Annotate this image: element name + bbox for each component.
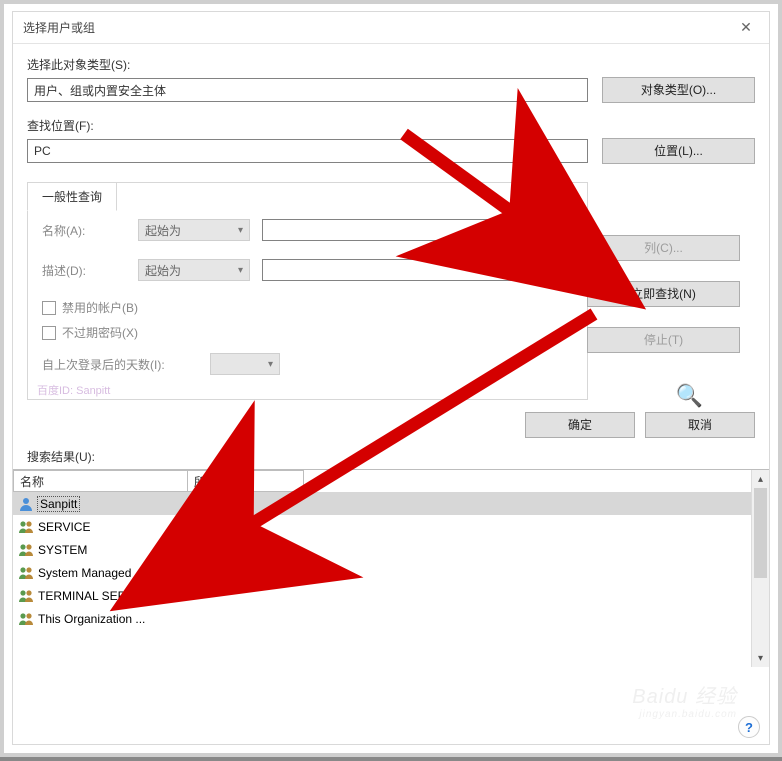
- group-icon: [18, 565, 34, 581]
- name-input[interactable]: [262, 219, 573, 241]
- result-row[interactable]: This Organization ...: [13, 607, 188, 630]
- titlebar: 选择用户或组 ✕: [13, 12, 769, 44]
- result-folder-cell[interactable]: PC: [188, 561, 751, 584]
- object-type-input[interactable]: [27, 78, 588, 102]
- scroll-thumb[interactable]: [754, 488, 767, 578]
- description-field-label: 描述(D):: [42, 262, 138, 279]
- chevron-down-icon: ▾: [238, 265, 243, 276]
- common-queries-group: 一般性查询 列(C)... 立即查找(N) 停止(T) 🔍 名称(A):: [27, 182, 588, 400]
- result-row[interactable]: SYSTEM: [13, 538, 188, 561]
- chevron-down-icon: ▾: [238, 225, 243, 236]
- columns-button[interactable]: 列(C)...: [587, 235, 740, 261]
- chevron-down-icon: ▾: [268, 359, 273, 370]
- days-since-login-label: 自上次登录后的天数(I):: [42, 356, 210, 373]
- result-folder-cell[interactable]: [188, 538, 751, 561]
- stop-button[interactable]: 停止(T): [587, 327, 740, 353]
- cancel-button[interactable]: 取消: [645, 412, 755, 438]
- user-icon: [18, 496, 34, 512]
- result-folder-cell[interactable]: [188, 584, 751, 607]
- ok-button[interactable]: 确定: [525, 412, 635, 438]
- object-types-button[interactable]: 对象类型(O)...: [602, 77, 755, 103]
- window-title: 选择用户或组: [23, 19, 95, 36]
- group-icon: [18, 542, 34, 558]
- non-expiring-password-checkbox[interactable]: 不过期密码(X): [42, 324, 573, 341]
- baidu-watermark: Baidu 经验jingyan.baidu.com: [632, 680, 737, 720]
- name-mode-select[interactable]: 起始为▾: [138, 219, 250, 241]
- scroll-down-icon[interactable]: ▾: [752, 649, 769, 667]
- common-queries-tab[interactable]: 一般性查询: [27, 182, 117, 211]
- result-folder-cell[interactable]: [188, 607, 751, 630]
- column-header-name[interactable]: 名称: [13, 470, 188, 492]
- object-type-label: 选择此对象类型(S):: [27, 56, 755, 73]
- result-folder-cell[interactable]: PC: [188, 492, 751, 515]
- group-icon: [18, 588, 34, 604]
- select-user-dialog: 选择用户或组 ✕ 选择此对象类型(S): 对象类型(O)... 查找位置(F):…: [12, 11, 770, 745]
- locations-button[interactable]: 位置(L)...: [602, 138, 755, 164]
- find-now-button[interactable]: 立即查找(N): [587, 281, 740, 307]
- close-button[interactable]: ✕: [723, 12, 769, 44]
- search-icon: 🔍: [676, 383, 703, 409]
- description-mode-select[interactable]: 起始为▾: [138, 259, 250, 281]
- search-results-list[interactable]: 名称 SanpittSERVICESYSTEMSystem Managed ..…: [13, 469, 769, 667]
- help-icon[interactable]: ?: [738, 716, 760, 738]
- result-folder-cell[interactable]: [188, 515, 751, 538]
- results-scrollbar[interactable]: ▴ ▾: [751, 470, 769, 667]
- name-field-label: 名称(A):: [42, 222, 138, 239]
- result-row[interactable]: TERMINAL SERVE...: [13, 584, 188, 607]
- result-row[interactable]: Sanpitt: [13, 492, 188, 515]
- description-input[interactable]: [262, 259, 573, 281]
- scroll-up-icon[interactable]: ▴: [752, 470, 769, 488]
- result-row[interactable]: SERVICE: [13, 515, 188, 538]
- location-label: 查找位置(F):: [27, 117, 755, 134]
- group-icon: [18, 519, 34, 535]
- group-icon: [18, 611, 34, 627]
- disabled-accounts-checkbox[interactable]: 禁用的帐户(B): [42, 299, 573, 316]
- days-since-login-select[interactable]: ▾: [210, 353, 280, 375]
- search-results-label: 搜索结果(U):: [13, 446, 769, 469]
- column-header-folder[interactable]: 所在文件夹: [188, 470, 304, 492]
- result-row[interactable]: System Managed ...: [13, 561, 188, 584]
- location-input[interactable]: [27, 139, 588, 163]
